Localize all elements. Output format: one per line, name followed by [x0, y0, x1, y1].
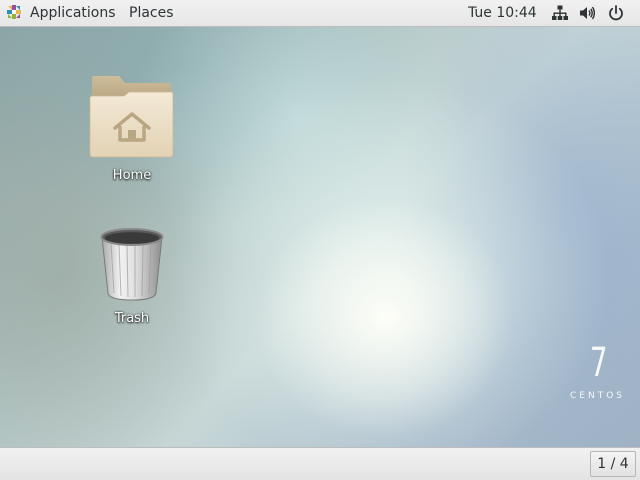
applications-menu-button[interactable]: Applications	[6, 0, 116, 26]
clock-button[interactable]: Tue 10:44	[468, 0, 537, 26]
network-icon[interactable]	[552, 5, 568, 21]
applications-label: Applications	[30, 5, 116, 21]
places-menu-button[interactable]: Places	[129, 0, 174, 26]
home-label: Home	[112, 168, 152, 183]
screen: Applications Places Tue 10:44 Home Trash…	[0, 0, 640, 480]
volume-icon[interactable]	[579, 5, 596, 21]
desktop-item-trash[interactable]: Trash	[77, 227, 187, 326]
desktop-item-home[interactable]: Home	[77, 72, 187, 183]
trash-icon	[77, 227, 187, 307]
centos-version-number: 7	[589, 340, 608, 386]
top-panel: Applications Places Tue 10:44	[0, 0, 640, 27]
power-icon[interactable]	[608, 5, 624, 21]
centos-logo-icon	[6, 3, 22, 19]
places-label: Places	[129, 5, 174, 21]
centos-wordmark: CENTOS	[570, 391, 625, 401]
desktop[interactable]: Home Trash 7 CENTOS	[0, 27, 640, 447]
bottom-panel: 1 / 4	[0, 447, 640, 480]
home-folder-icon	[77, 72, 187, 164]
workspace-switcher-button[interactable]: 1 / 4	[590, 451, 636, 477]
workspace-indicator-label: 1 / 4	[597, 456, 629, 472]
clock-label: Tue 10:44	[468, 5, 537, 21]
centos-wallpaper-logo: 7 CENTOS	[562, 343, 640, 407]
trash-label: Trash	[114, 311, 150, 326]
